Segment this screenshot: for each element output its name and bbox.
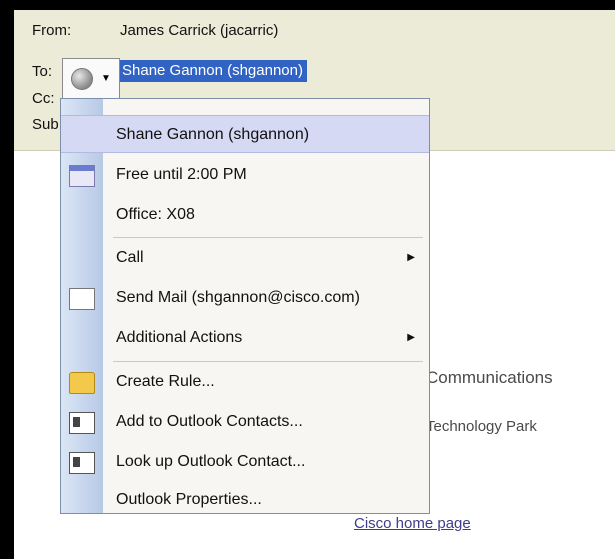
menu-item-contact-name[interactable]: Shane Gannon (shgannon)	[61, 115, 429, 153]
mail-icon	[69, 288, 95, 310]
menu-item-outlook-properties[interactable]: Outlook Properties...	[61, 481, 429, 519]
folder-icon	[69, 372, 95, 394]
menu-item-label: Call	[116, 249, 144, 266]
menu-item-label: Look up Outlook Contact...	[116, 453, 306, 470]
menu-item-free-until[interactable]: Free until 2:00 PM	[61, 156, 429, 194]
menu-item-label: Office: X08	[116, 206, 195, 223]
menu-item-send-mail[interactable]: Send Mail (shgannon@cisco.com)	[61, 279, 429, 317]
email-window: From: James Carrick (jacarric) To: Shane…	[14, 10, 615, 559]
menu-item-additional-actions[interactable]: Additional Actions ▶	[61, 319, 429, 357]
menu-item-label: Shane Gannon (shgannon)	[116, 126, 310, 143]
menu-item-create-rule[interactable]: Create Rule...	[61, 363, 429, 401]
menu-item-call[interactable]: Call ▶	[61, 239, 429, 277]
signature-address: Technology Park	[426, 418, 537, 435]
menu-item-lookup-contact[interactable]: Look up Outlook Contact...	[61, 443, 429, 481]
presence-status-icon	[71, 68, 93, 90]
menu-item-label: Add to Outlook Contacts...	[116, 413, 303, 430]
menu-separator	[113, 237, 423, 238]
menu-item-office[interactable]: Office: X08	[61, 196, 429, 234]
contact-context-menu: Shane Gannon (shgannon) Free until 2:00 …	[60, 98, 430, 514]
from-label: From:	[32, 22, 72, 39]
menu-separator	[113, 361, 423, 362]
contact-card-icon	[69, 412, 95, 434]
calendar-icon	[69, 165, 95, 187]
menu-item-label: Create Rule...	[116, 373, 215, 390]
submenu-arrow-icon: ▶	[407, 332, 415, 343]
subject-label: Sub	[32, 116, 59, 133]
from-value: James Carrick (jacarric)	[120, 22, 279, 39]
menu-item-add-contacts[interactable]: Add to Outlook Contacts...	[61, 403, 429, 441]
menu-item-label: Free until 2:00 PM	[116, 166, 247, 183]
cc-label: Cc:	[32, 90, 55, 107]
signature-company: Communications	[426, 368, 553, 387]
submenu-arrow-icon: ▶	[407, 252, 415, 263]
to-label: To:	[32, 63, 53, 80]
persona-menu-button[interactable]: ▼	[62, 58, 120, 102]
contact-card-icon	[69, 452, 95, 474]
to-recipient[interactable]: Shane Gannon (shgannon)	[118, 60, 307, 82]
menu-item-label: Send Mail (shgannon@cisco.com)	[116, 289, 360, 306]
dropdown-arrow-icon: ▼	[101, 73, 111, 84]
menu-item-label: Additional Actions	[116, 329, 243, 346]
menu-item-label: Outlook Properties...	[116, 491, 262, 508]
